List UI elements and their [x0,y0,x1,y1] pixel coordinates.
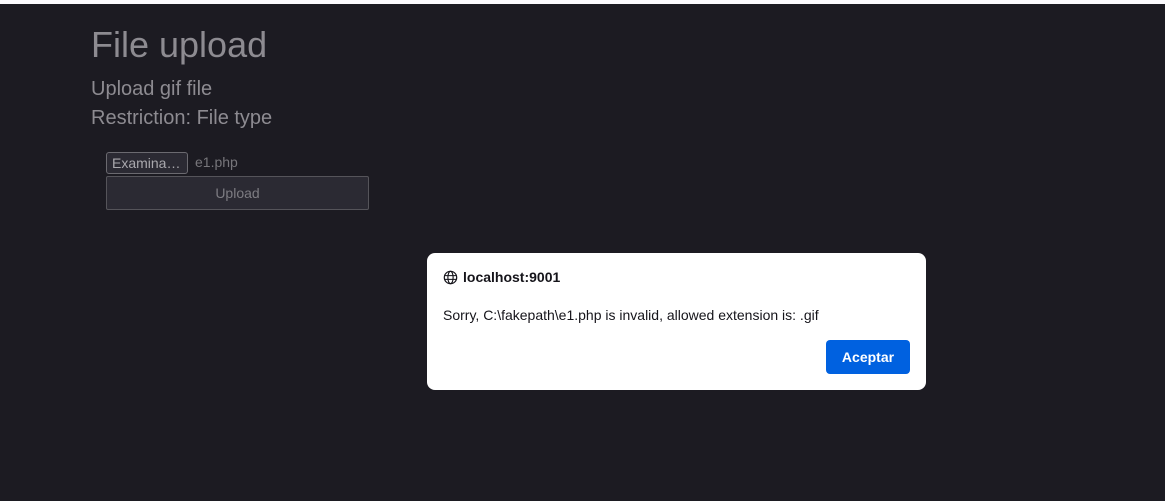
upload-button[interactable]: Upload [106,176,369,210]
globe-icon [443,270,458,285]
selected-file-name: e1.php [195,154,238,170]
page-subtitle: Upload gif file [91,78,213,100]
dialog-origin-label: localhost:9001 [463,269,561,285]
accept-button[interactable]: Aceptar [826,340,910,374]
restriction-text: Restriction: File type [91,107,273,129]
browse-file-button[interactable]: Examinar… [106,152,188,174]
dialog-origin: localhost:9001 [443,269,560,285]
alert-dialog: localhost:9001 Sorry, C:\fakepath\e1.php… [427,253,926,390]
page-title: File upload [91,24,268,65]
dialog-message: Sorry, C:\fakepath\e1.php is invalid, al… [443,307,819,323]
